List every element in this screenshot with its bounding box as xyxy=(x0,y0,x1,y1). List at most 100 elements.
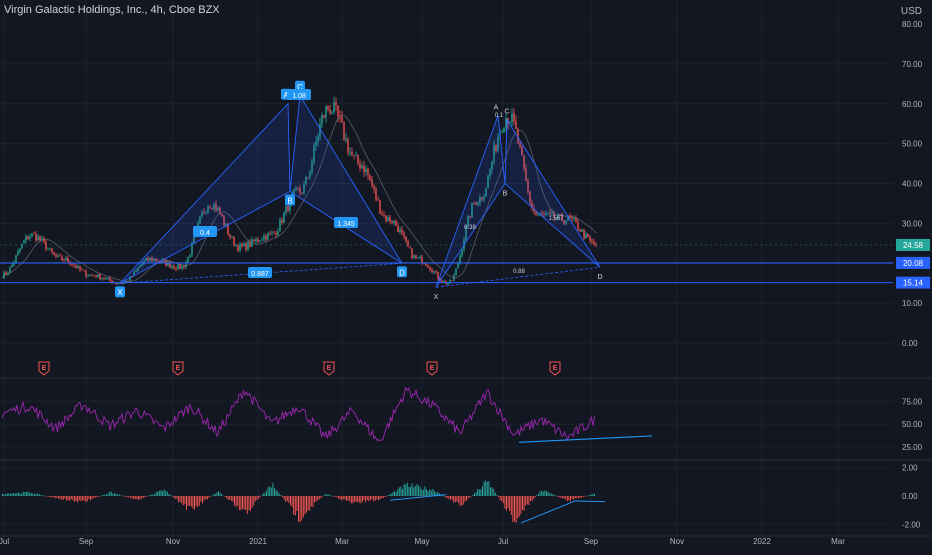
candle-body xyxy=(349,151,351,153)
macd-bar xyxy=(154,494,155,496)
candle-body xyxy=(91,274,93,276)
candle-body xyxy=(77,265,79,269)
macd-bar xyxy=(552,494,554,496)
macd-trendline-3 xyxy=(574,500,606,503)
candle-body xyxy=(513,113,515,122)
candle-body xyxy=(363,165,365,173)
macd-bar xyxy=(174,496,176,499)
macd-bar xyxy=(450,496,451,500)
macd-bar xyxy=(512,496,514,522)
macd-bar xyxy=(11,493,13,496)
macd-bar xyxy=(19,493,21,496)
candle-body xyxy=(247,242,249,250)
point-label-c: C xyxy=(504,109,509,116)
macd-bar xyxy=(397,489,399,496)
macd-bar xyxy=(390,493,392,496)
macd-bar xyxy=(184,496,186,505)
x-tick-2: Nov xyxy=(166,537,180,546)
macd-bar xyxy=(451,496,453,501)
macd-bar xyxy=(266,490,267,496)
candle-body xyxy=(47,248,49,250)
macd-bar xyxy=(144,496,146,498)
macd-bar xyxy=(149,495,151,496)
macd-bar xyxy=(547,491,549,496)
chart-svg[interactable]: XABCD0.41.081.3450.887XABCD0.380.11.5670… xyxy=(0,0,932,550)
macd-bar xyxy=(274,488,275,496)
macd-bar xyxy=(66,496,67,501)
macd-bar xyxy=(62,496,64,501)
candle-body xyxy=(447,283,449,285)
ratio-label: 1.567 xyxy=(548,216,564,222)
candle-body xyxy=(421,256,423,264)
pattern-triangle-xab xyxy=(435,115,506,288)
candle-body xyxy=(269,233,271,234)
ratio-label: 1.08 xyxy=(292,93,306,100)
candle-body xyxy=(535,212,537,215)
point-label-b: B xyxy=(287,196,292,205)
candle-body xyxy=(395,220,397,226)
candle-body xyxy=(31,233,33,237)
macd-bar xyxy=(22,491,24,496)
macd-bar xyxy=(245,496,247,510)
macd-bar xyxy=(541,490,543,496)
macd-bar xyxy=(331,495,333,497)
macd-bar xyxy=(275,489,277,496)
macd-bar xyxy=(94,496,96,498)
candle-body xyxy=(593,241,595,245)
macd-bar xyxy=(192,496,194,509)
macd-bar xyxy=(202,496,203,504)
macd-bar xyxy=(400,486,402,496)
macd-bar xyxy=(446,496,448,499)
ratio-label: 0.4 xyxy=(200,230,210,237)
macd-bar xyxy=(536,495,538,496)
candle-body xyxy=(5,272,7,275)
macd-bar xyxy=(48,496,50,497)
candle-body xyxy=(117,283,119,285)
macd-bar xyxy=(213,494,215,496)
macd-bar xyxy=(574,496,576,499)
macd-bar xyxy=(544,490,546,496)
macd-bar xyxy=(338,496,339,499)
macd-bar xyxy=(109,491,111,496)
macd-bar xyxy=(339,496,341,500)
macd-bar xyxy=(514,496,515,522)
macd-bar xyxy=(432,489,434,496)
macd-bar xyxy=(322,496,323,497)
candle-body xyxy=(441,280,443,283)
macd-bar xyxy=(579,496,581,498)
macd-bar xyxy=(211,495,213,497)
macd-bar xyxy=(570,496,571,502)
macd-bar xyxy=(402,489,403,496)
macd-bar xyxy=(378,496,379,501)
macd-bar xyxy=(179,496,181,502)
macd-tick-2: -2.00 xyxy=(902,520,921,529)
macd-bar xyxy=(203,496,205,501)
macd-bar xyxy=(491,487,493,496)
candle-body xyxy=(71,264,73,266)
macd-bar xyxy=(290,496,291,505)
macd-bar xyxy=(45,496,47,497)
candle-body xyxy=(389,217,391,222)
macd-bar xyxy=(389,494,391,496)
macd-bar xyxy=(206,496,208,500)
macd-bar xyxy=(565,496,567,499)
macd-bar xyxy=(115,493,117,496)
macd-bar xyxy=(104,494,106,496)
pattern-triangle-bcd xyxy=(504,118,601,268)
macd-bar xyxy=(499,496,501,501)
price-tick-5: 30.00 xyxy=(902,219,923,228)
macd-bar xyxy=(384,496,386,498)
macd-bar xyxy=(234,496,235,506)
macd-bar xyxy=(168,493,170,496)
earnings-marker-0: E xyxy=(38,361,50,376)
macd-bar xyxy=(358,496,360,503)
point-label-b: B xyxy=(503,191,508,198)
candle-body xyxy=(581,229,583,232)
candle-body xyxy=(259,240,261,242)
macd-bar xyxy=(139,496,141,500)
candle-body xyxy=(373,185,375,189)
macd-bar xyxy=(270,487,272,496)
macd-bar xyxy=(243,496,245,510)
candle-body xyxy=(329,109,331,114)
candle-body xyxy=(443,281,445,283)
